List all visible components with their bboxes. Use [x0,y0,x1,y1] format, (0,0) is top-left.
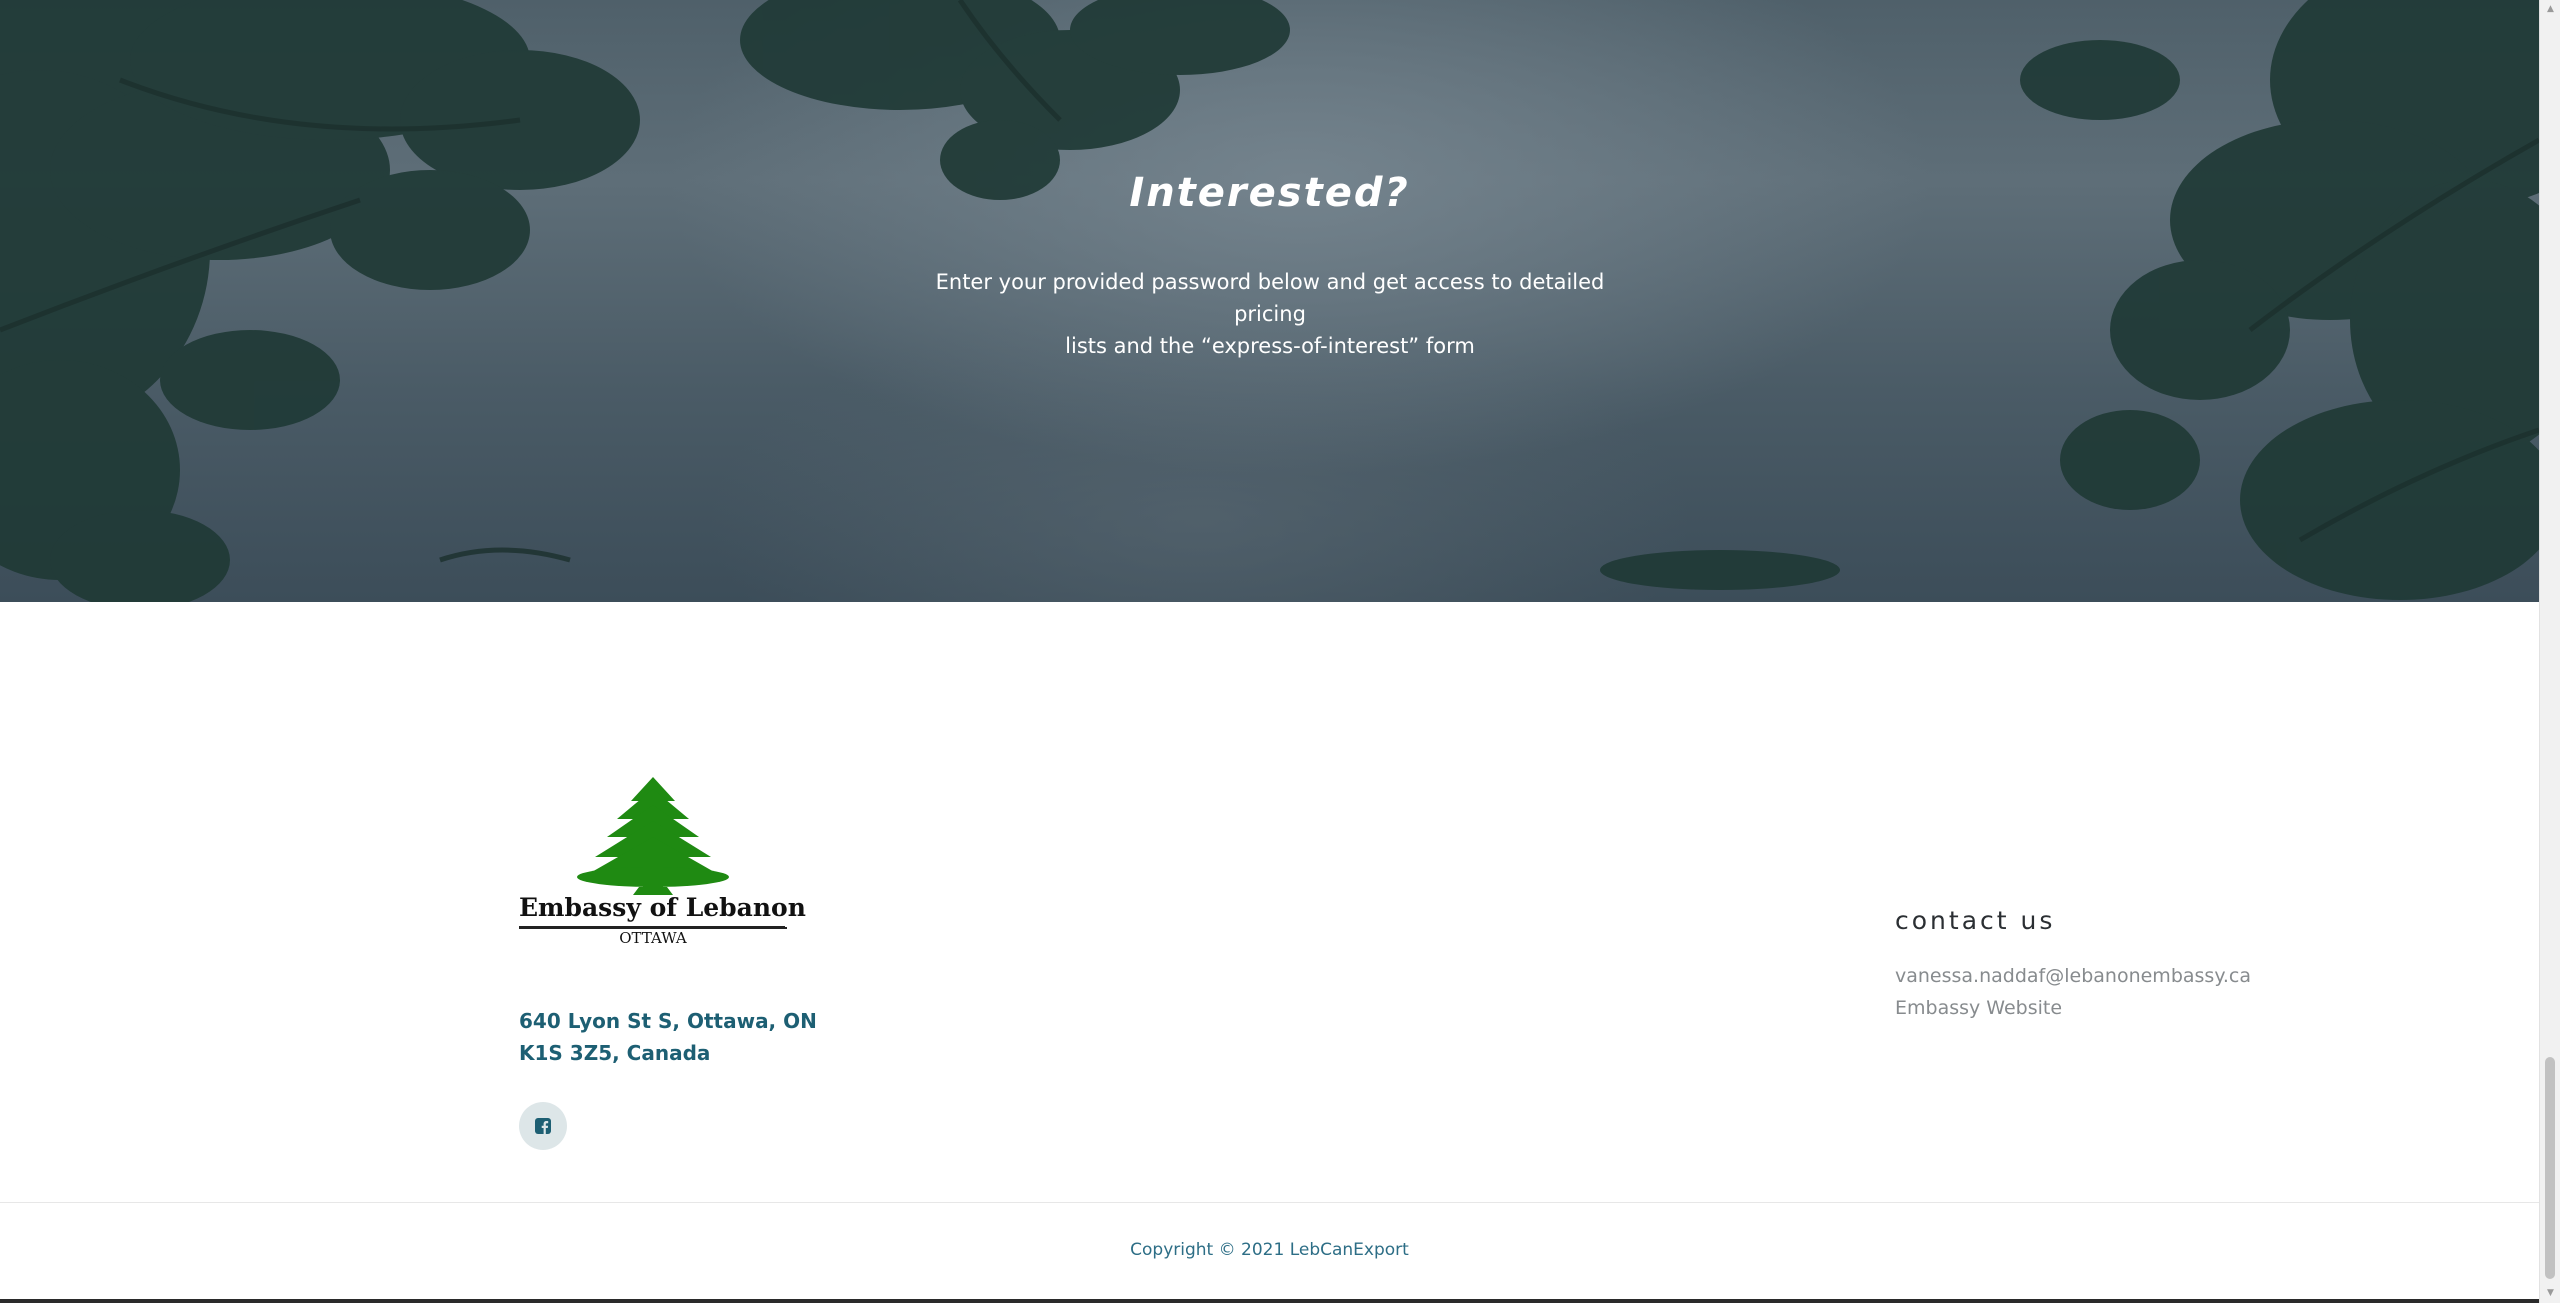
embassy-address: 640 Lyon St S, Ottawa, ON K1S 3Z5, Canad… [519,1005,817,1069]
cedar-tree-icon [519,777,787,929]
logo-divider [519,926,785,928]
page: Interested? Enter your provided password… [0,0,2560,1303]
interest-description-line-2: lists and the “express-of-interest” form [1065,334,1475,358]
vertical-scrollbar[interactable]: ▲ ▼ [2539,0,2560,1303]
embassy-website-link[interactable]: Embassy Website [1895,997,2062,1019]
interested-heading: Interested? [1129,170,1410,216]
facebook-icon [535,1118,551,1134]
contact-us-heading: contact us [1895,906,2056,935]
contact-email-link[interactable]: vanessa.naddaf@lebanonembassy.ca [1895,965,2251,987]
interest-description-line-1: Enter your provided password below and g… [935,270,1605,326]
interest-description: Enter your provided password below and g… [900,266,1640,362]
bottom-edge-bar [0,1299,2539,1303]
logo-subtitle: OTTAWA [619,929,687,947]
copyright-text: Copyright © 2021 LebCanExport [1130,1240,1409,1260]
interest-section: Interested? Enter your provided password… [0,0,2539,602]
footer [0,602,2539,1202]
scrollbar-thumb[interactable] [2545,1057,2555,1279]
page-content: Interested? Enter your provided password… [0,0,2539,1303]
facebook-button[interactable] [519,1102,567,1150]
scroll-up-arrow-icon[interactable]: ▲ [2540,0,2560,17]
scroll-down-arrow-icon[interactable]: ▼ [2540,1284,2560,1301]
address-line-1: 640 Lyon St S, Ottawa, ON [519,1009,817,1033]
footer-divider [0,1202,2539,1203]
address-line-2: K1S 3Z5, Canada [519,1041,711,1065]
logo-title: Embassy of Lebanon [519,893,806,922]
